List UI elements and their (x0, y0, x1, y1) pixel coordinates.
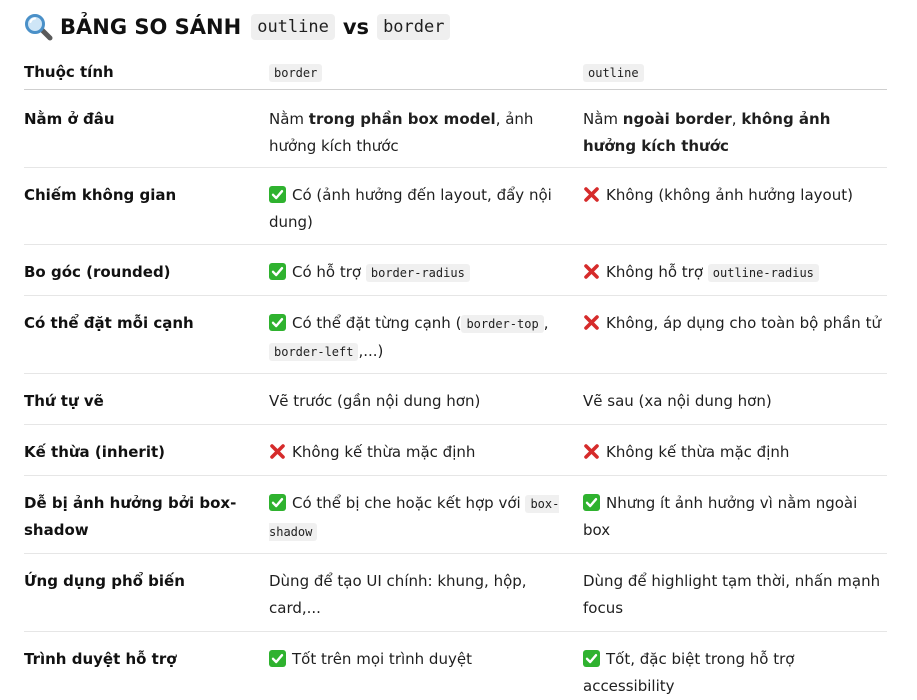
outline-cell: Nằm ngoài border, không ảnh hưởng kích t… (583, 110, 831, 155)
outline-cell: Không, áp dụng cho toàn bộ phần tử (583, 307, 887, 373)
title-vs: vs (342, 15, 370, 39)
header-border-code: border (269, 64, 323, 82)
table-header: Thuộc tính border outline (24, 56, 887, 90)
bold-text: ngoài border (622, 110, 732, 128)
border-cell: Vẽ trước (gần nội dung hơn) (269, 392, 481, 410)
row-label: Dễ bị ảnh hưởng bởi box-shadow (24, 494, 237, 539)
outline-cell: Nhưng ít ảnh hưởng vì nằm ngoài box (583, 493, 858, 539)
row-label: Ứng dụng phổ biến (24, 572, 185, 590)
border-cell: Nằm trong phần box model, ảnh hưởng kích… (269, 110, 534, 155)
page-title: BẢNG SO SÁNH outline vs border (24, 11, 452, 43)
border-cell: Không kế thừa mặc định (269, 436, 583, 475)
check-icon (583, 493, 600, 511)
row-label: Thứ tự vẽ (24, 392, 104, 410)
check-icon (269, 493, 286, 511)
header-outline-code: outline (583, 64, 644, 82)
border-cell: Có (ảnh hưởng đến layout, đẩy nội dung) (269, 185, 552, 231)
outline-cell: Dùng để highlight tạm thời, nhấn mạnh fo… (583, 572, 881, 617)
comparison-table: Thuộc tính border outline Nằm ở đâu Nằm … (24, 56, 887, 695)
table-row: Kế thừa (inherit) Không kế thừa mặc định… (24, 425, 887, 476)
table-row: Ứng dụng phổ biến Dùng để tạo UI chính: … (24, 554, 887, 632)
border-cell: Dùng để tạo UI chính: khung, hộp, card,.… (269, 572, 527, 617)
border-cell: Có thể bị che hoặc kết hợp với box-shado… (269, 493, 560, 541)
title-code-outline: outline (251, 14, 335, 40)
table-row: Bo góc (rounded) Có hỗ trợ border-radius… (24, 245, 887, 296)
check-icon (583, 649, 600, 667)
row-label: Chiếm không gian (24, 186, 177, 204)
cross-icon (583, 442, 600, 459)
row-label: Có thể đặt mỗi cạnh (24, 314, 194, 332)
inline-code: border-top (461, 315, 544, 333)
table-row: Dễ bị ảnh hưởng bởi box-shadow Có thể bị… (24, 476, 887, 554)
row-label: Kế thừa (inherit) (24, 443, 165, 461)
outline-cell: Không (không ảnh hưởng layout) (583, 179, 887, 244)
outline-cell: Vẽ sau (xa nội dung hơn) (583, 392, 772, 410)
border-cell: Có hỗ trợ border-radius (269, 256, 583, 295)
border-cell: Tốt trên mọi trình duyệt (269, 643, 583, 683)
title-text: BẢNG SO SÁNH (60, 15, 242, 39)
cross-icon (583, 313, 600, 330)
inline-code: border-left (269, 343, 359, 361)
table-row: Nằm ở đâu Nằm trong phần box model, ảnh … (24, 90, 887, 168)
header-property: Thuộc tính (24, 63, 114, 81)
bold-text: trong phần box model (308, 110, 496, 128)
page: BẢNG SO SÁNH outline vs border Thuộc tín… (0, 0, 917, 695)
table-row: Thứ tự vẽ Vẽ trước (gần nội dung hơn) Vẽ… (24, 374, 887, 425)
table-row: Có thể đặt mỗi cạnh Có thể đặt từng cạnh… (24, 296, 887, 374)
inline-code: border-radius (365, 264, 470, 282)
header-border: border (269, 56, 583, 89)
check-icon (269, 262, 286, 280)
table-row: Chiếm không gian Có (ảnh hưởng đến layou… (24, 168, 887, 245)
row-label: Bo góc (rounded) (24, 263, 171, 281)
outline-cell: Tốt, đặc biệt trong hỗ trợ accessibility (583, 649, 795, 695)
row-label: Trình duyệt hỗ trợ (24, 650, 177, 668)
border-cell: Có thể đặt từng cạnh (border-top, border… (269, 307, 583, 373)
cross-icon (583, 185, 600, 202)
check-icon (269, 313, 286, 331)
table-row: Trình duyệt hỗ trợ Tốt trên mọi trình du… (24, 632, 887, 695)
title-code-border: border (377, 14, 451, 40)
cross-icon (269, 442, 286, 459)
outline-cell: Không kế thừa mặc định (583, 436, 887, 475)
inline-code: outline-radius (707, 264, 819, 282)
outline-cell: Không hỗ trợ outline-radius (583, 256, 887, 295)
row-label: Nằm ở đâu (24, 110, 115, 128)
check-icon (269, 649, 286, 667)
magnifier-icon (25, 14, 53, 41)
check-icon (269, 185, 286, 203)
cross-icon (583, 262, 600, 279)
header-outline: outline (583, 56, 887, 89)
